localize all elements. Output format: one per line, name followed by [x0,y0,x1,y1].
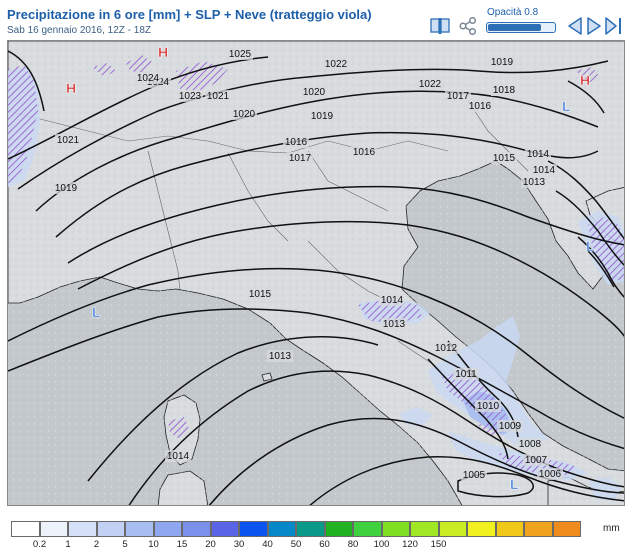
high-pressure-marker: H [158,44,168,60]
legend-swatch [267,521,296,537]
play-icon[interactable] [585,16,603,41]
legend-swatch [11,521,40,537]
isobar-label: 1021 [207,91,230,102]
map-subtitle: Sab 16 gennaio 2016, 12Z - 18Z [7,25,151,36]
legend-swatch [467,521,496,537]
isobar-label: 1017 [447,91,470,102]
legend-tick-label: 2 [93,539,100,550]
isobar-label: 1022 [325,59,348,70]
low-pressure-marker: L [92,304,101,320]
isobar-label: 1014 [167,451,190,462]
legend-swatch [410,521,439,537]
legend-swatch [210,521,239,537]
legend-swatch [353,521,382,537]
header: Precipitazione in 6 ore [mm] + SLP + Nev… [0,0,639,40]
legend-tick-label: 150 [430,539,447,550]
isobar-label: 1008 [519,439,542,450]
legend-swatch [125,521,154,537]
isobar-label: 1016 [469,101,492,112]
legend-tick-label: 5 [122,539,128,550]
isobar-label: 1014 [381,295,404,306]
legend-swatch [324,521,353,537]
isobar-label: 1023 [179,91,202,102]
isobar-label: 1022 [419,79,442,90]
isobar-label: 1012 [435,343,458,354]
legend-swatch [96,521,125,537]
high-pressure-marker: H [66,80,76,96]
opacity-slider-fill [488,24,541,31]
opacity-slider[interactable] [486,22,556,33]
legend-tick-label: 100 [373,539,390,550]
legend-color-bar [11,521,581,537]
isobar-label: 1010 [477,401,500,412]
isobar-label: 1024 [137,73,160,84]
precipitation-legend: mm 0.2 1 2 5 10 15 20 30 40 50 60 80 100 120 150 [11,521,631,551]
isobar-label: 1018 [493,85,516,96]
legend-tick-label: 50 [290,539,302,550]
legend-tick-label: 0.2 [32,539,47,550]
isobar-label: 1013 [383,319,406,330]
isobar-label: 1016 [285,137,308,148]
high-pressure-marker: H [580,72,590,88]
legend-swatch [182,521,211,537]
legend-swatch [381,521,410,537]
legend-tick-label: 80 [347,539,359,550]
legend-unit: mm [603,523,620,534]
isobar-label: 1020 [303,87,326,98]
low-pressure-marker: L [562,98,571,114]
play-back-icon[interactable] [566,16,584,41]
map-title: Precipitazione in 6 ore [mm] + SLP + Nev… [7,7,372,22]
legend-tick-label: 120 [402,539,418,550]
isobar-label: 1013 [269,351,292,362]
legend-swatch [68,521,97,537]
opacity-label: Opacità 0.8 [487,7,539,18]
legend-tick-label: 1 [65,539,71,550]
isobar-label: 1009 [499,421,522,432]
map-canvas: 1025102210241022102310211020102010191019… [8,41,624,505]
legend-swatch [39,521,68,537]
isobar-label: 1013 [523,177,546,188]
legend-tick-label: 10 [148,539,159,550]
isobar-label: 1019 [311,111,334,122]
isobar-label: 1020 [233,109,256,120]
play-forward-icon[interactable] [604,16,628,41]
isobar-label: 1021 [57,135,80,146]
legend-swatch [524,521,553,537]
isobar-label: 1025 [229,49,252,60]
isobar-label: 1005 [463,470,486,481]
isobar-label: 1006 [539,469,562,480]
isobar-label: 1017 [289,153,312,164]
legend-swatch [552,521,581,537]
legend-tick-label: 40 [262,539,273,550]
weather-map[interactable]: 1025102210241022102310211020102010191019… [7,40,625,506]
legend-swatch [296,521,325,537]
legend-swatch [438,521,467,537]
legend-tick-label: 30 [233,539,245,550]
share-icon[interactable] [459,16,477,40]
isobar-label: 1015 [493,153,516,164]
isobar-label: 1019 [491,57,514,68]
legend-tick-label: 15 [176,539,188,550]
isobar-label: 1007 [525,455,548,466]
isobar-label: 1015 [249,289,272,300]
isobar-label: 1019 [55,183,78,194]
legend-tick-label: 20 [205,539,216,550]
isobar-label: 1014 [533,165,556,176]
book-icon[interactable] [430,17,450,40]
legend-swatch [153,521,182,537]
isobar-label: 1011 [455,369,477,380]
toolbar: Opacità 0.8 [426,6,636,36]
isobar-label: 1016 [353,147,376,158]
low-pressure-marker: L [586,238,595,254]
low-pressure-marker: L [510,476,519,492]
legend-tick-label: 60 [319,539,330,550]
legend-swatch [239,521,268,537]
isobar-label: 1014 [527,149,550,160]
legend-swatch [495,521,524,537]
